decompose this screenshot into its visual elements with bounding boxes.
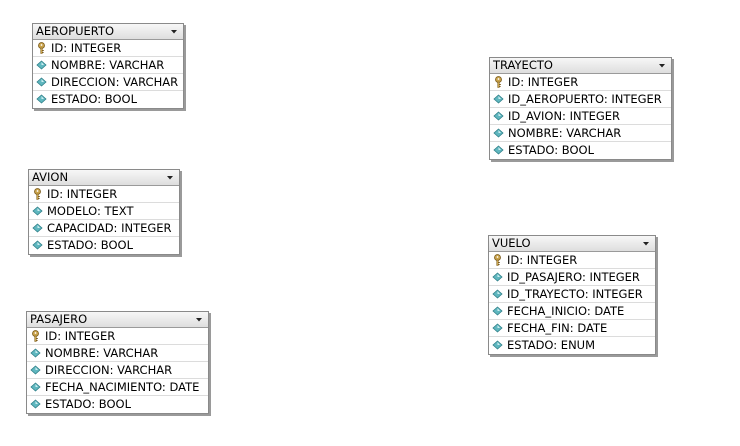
entity-title: TRAYECTO <box>493 58 553 72</box>
entity-header[interactable]: PASAJERO <box>27 312 208 328</box>
field-row[interactable]: FECHA_INICIO: DATE <box>489 303 655 320</box>
diamond-icon <box>30 398 41 410</box>
entity-pasajero[interactable]: PASAJERO ID: INTEGER NOMBRE: VARCHAR DIRECC… <box>26 311 209 414</box>
entity-header[interactable]: AEROPUERTO <box>33 24 183 40</box>
field-row[interactable]: ESTADO: BOOL <box>490 142 671 159</box>
diamond-icon <box>492 339 503 351</box>
field-row[interactable]: ESTADO: BOOL <box>33 91 183 108</box>
field-label: ESTADO: BOOL <box>508 143 594 157</box>
field-row[interactable]: ESTADO: ENUM <box>489 337 655 354</box>
diamond-icon <box>493 93 504 105</box>
field-label: ID: INTEGER <box>51 41 122 55</box>
diamond-icon <box>32 222 43 234</box>
diamond-icon <box>30 364 41 376</box>
field-label: DIRECCION: VARCHAR <box>51 75 179 89</box>
field-row[interactable]: DIRECCION: VARCHAR <box>27 362 208 379</box>
field-row[interactable]: ID_AEROPUERTO: INTEGER <box>490 91 671 108</box>
field-row[interactable]: NOMBRE: VARCHAR <box>33 57 183 74</box>
diamond-icon <box>36 93 47 105</box>
field-row[interactable]: ID: INTEGER <box>29 186 179 203</box>
diamond-icon <box>493 144 504 156</box>
field-label: FECHA_FIN: DATE <box>507 321 608 335</box>
field-row[interactable]: ID: INTEGER <box>490 74 671 91</box>
key-icon <box>32 188 43 200</box>
entity-title: AVION <box>32 170 69 184</box>
field-row[interactable]: ESTADO: BOOL <box>27 396 208 413</box>
entity-trayecto[interactable]: TRAYECTO ID: INTEGER ID_AEROPUERTO: INTEGE… <box>489 57 672 160</box>
field-label: MODELO: TEXT <box>47 204 134 218</box>
diamond-icon <box>30 381 41 393</box>
field-row[interactable]: ID: INTEGER <box>489 252 655 269</box>
diamond-icon <box>492 305 503 317</box>
chevron-down-icon[interactable] <box>193 313 205 326</box>
field-label: ID_AVION: INTEGER <box>508 109 621 123</box>
field-label: ESTADO: BOOL <box>51 92 137 106</box>
field-label: DIRECCION: VARCHAR <box>45 363 173 377</box>
entity-header[interactable]: VUELO <box>489 236 655 252</box>
field-row[interactable]: NOMBRE: VARCHAR <box>27 345 208 362</box>
field-row[interactable]: FECHA_NACIMIENTO: DATE <box>27 379 208 396</box>
field-label: ID_TRAYECTO: INTEGER <box>507 287 643 301</box>
entity-header[interactable]: AVION <box>29 170 179 186</box>
key-icon <box>36 42 47 54</box>
field-label: FECHA_NACIMIENTO: DATE <box>45 380 200 394</box>
field-label: ID: INTEGER <box>45 329 116 343</box>
field-label: ESTADO: BOOL <box>45 397 131 411</box>
field-row[interactable]: ID_AVION: INTEGER <box>490 108 671 125</box>
chevron-down-icon[interactable] <box>164 171 176 184</box>
chevron-down-icon[interactable] <box>640 237 652 250</box>
diamond-icon <box>32 205 43 217</box>
entity-title: PASAJERO <box>30 312 88 326</box>
field-row[interactable]: ID_PASAJERO: INTEGER <box>489 269 655 286</box>
field-label: ID: INTEGER <box>507 253 578 267</box>
field-label: NOMBRE: VARCHAR <box>45 346 159 360</box>
field-label: NOMBRE: VARCHAR <box>508 126 622 140</box>
field-row[interactable]: NOMBRE: VARCHAR <box>490 125 671 142</box>
diamond-icon <box>492 288 503 300</box>
diamond-icon <box>36 76 47 88</box>
key-icon <box>493 76 504 88</box>
field-label: ESTADO: BOOL <box>47 238 133 252</box>
diamond-icon <box>32 239 43 251</box>
diamond-icon <box>492 322 503 334</box>
field-label: ESTADO: ENUM <box>507 338 596 352</box>
field-row[interactable]: MODELO: TEXT <box>29 203 179 220</box>
field-label: ID: INTEGER <box>508 75 579 89</box>
field-row[interactable]: ID: INTEGER <box>27 328 208 345</box>
diamond-icon <box>36 59 47 71</box>
field-label: NOMBRE: VARCHAR <box>51 58 165 72</box>
field-label: CAPACIDAD: INTEGER <box>47 221 172 235</box>
diamond-icon <box>30 347 41 359</box>
key-icon <box>492 254 503 266</box>
entity-title: VUELO <box>492 236 531 250</box>
field-label: ID_AEROPUERTO: INTEGER <box>508 92 662 106</box>
field-row[interactable]: ESTADO: BOOL <box>29 237 179 254</box>
diamond-icon <box>493 127 504 139</box>
field-row[interactable]: ID: INTEGER <box>33 40 183 57</box>
field-row[interactable]: DIRECCION: VARCHAR <box>33 74 183 91</box>
entity-avion[interactable]: AVION ID: INTEGER MODELO: TEXT CAPACIDAD: I… <box>28 169 180 255</box>
field-label: FECHA_INICIO: DATE <box>507 304 625 318</box>
diamond-icon <box>492 271 503 283</box>
chevron-down-icon[interactable] <box>168 25 180 38</box>
field-label: ID_PASAJERO: INTEGER <box>507 270 640 284</box>
entity-title: AEROPUERTO <box>36 24 115 38</box>
entity-header[interactable]: TRAYECTO <box>490 58 671 74</box>
diamond-icon <box>493 110 504 122</box>
entity-vuelo[interactable]: VUELO ID: INTEGER ID_PASAJERO: INTEGER ID_T… <box>488 235 656 355</box>
field-row[interactable]: CAPACIDAD: INTEGER <box>29 220 179 237</box>
field-label: ID: INTEGER <box>47 187 118 201</box>
entity-aeropuerto[interactable]: AEROPUERTO ID: INTEGER NOMBRE: VARCHAR DIRE… <box>32 23 184 109</box>
key-icon <box>30 330 41 342</box>
field-row[interactable]: ID_TRAYECTO: INTEGER <box>489 286 655 303</box>
chevron-down-icon[interactable] <box>656 59 668 72</box>
field-row[interactable]: FECHA_FIN: DATE <box>489 320 655 337</box>
